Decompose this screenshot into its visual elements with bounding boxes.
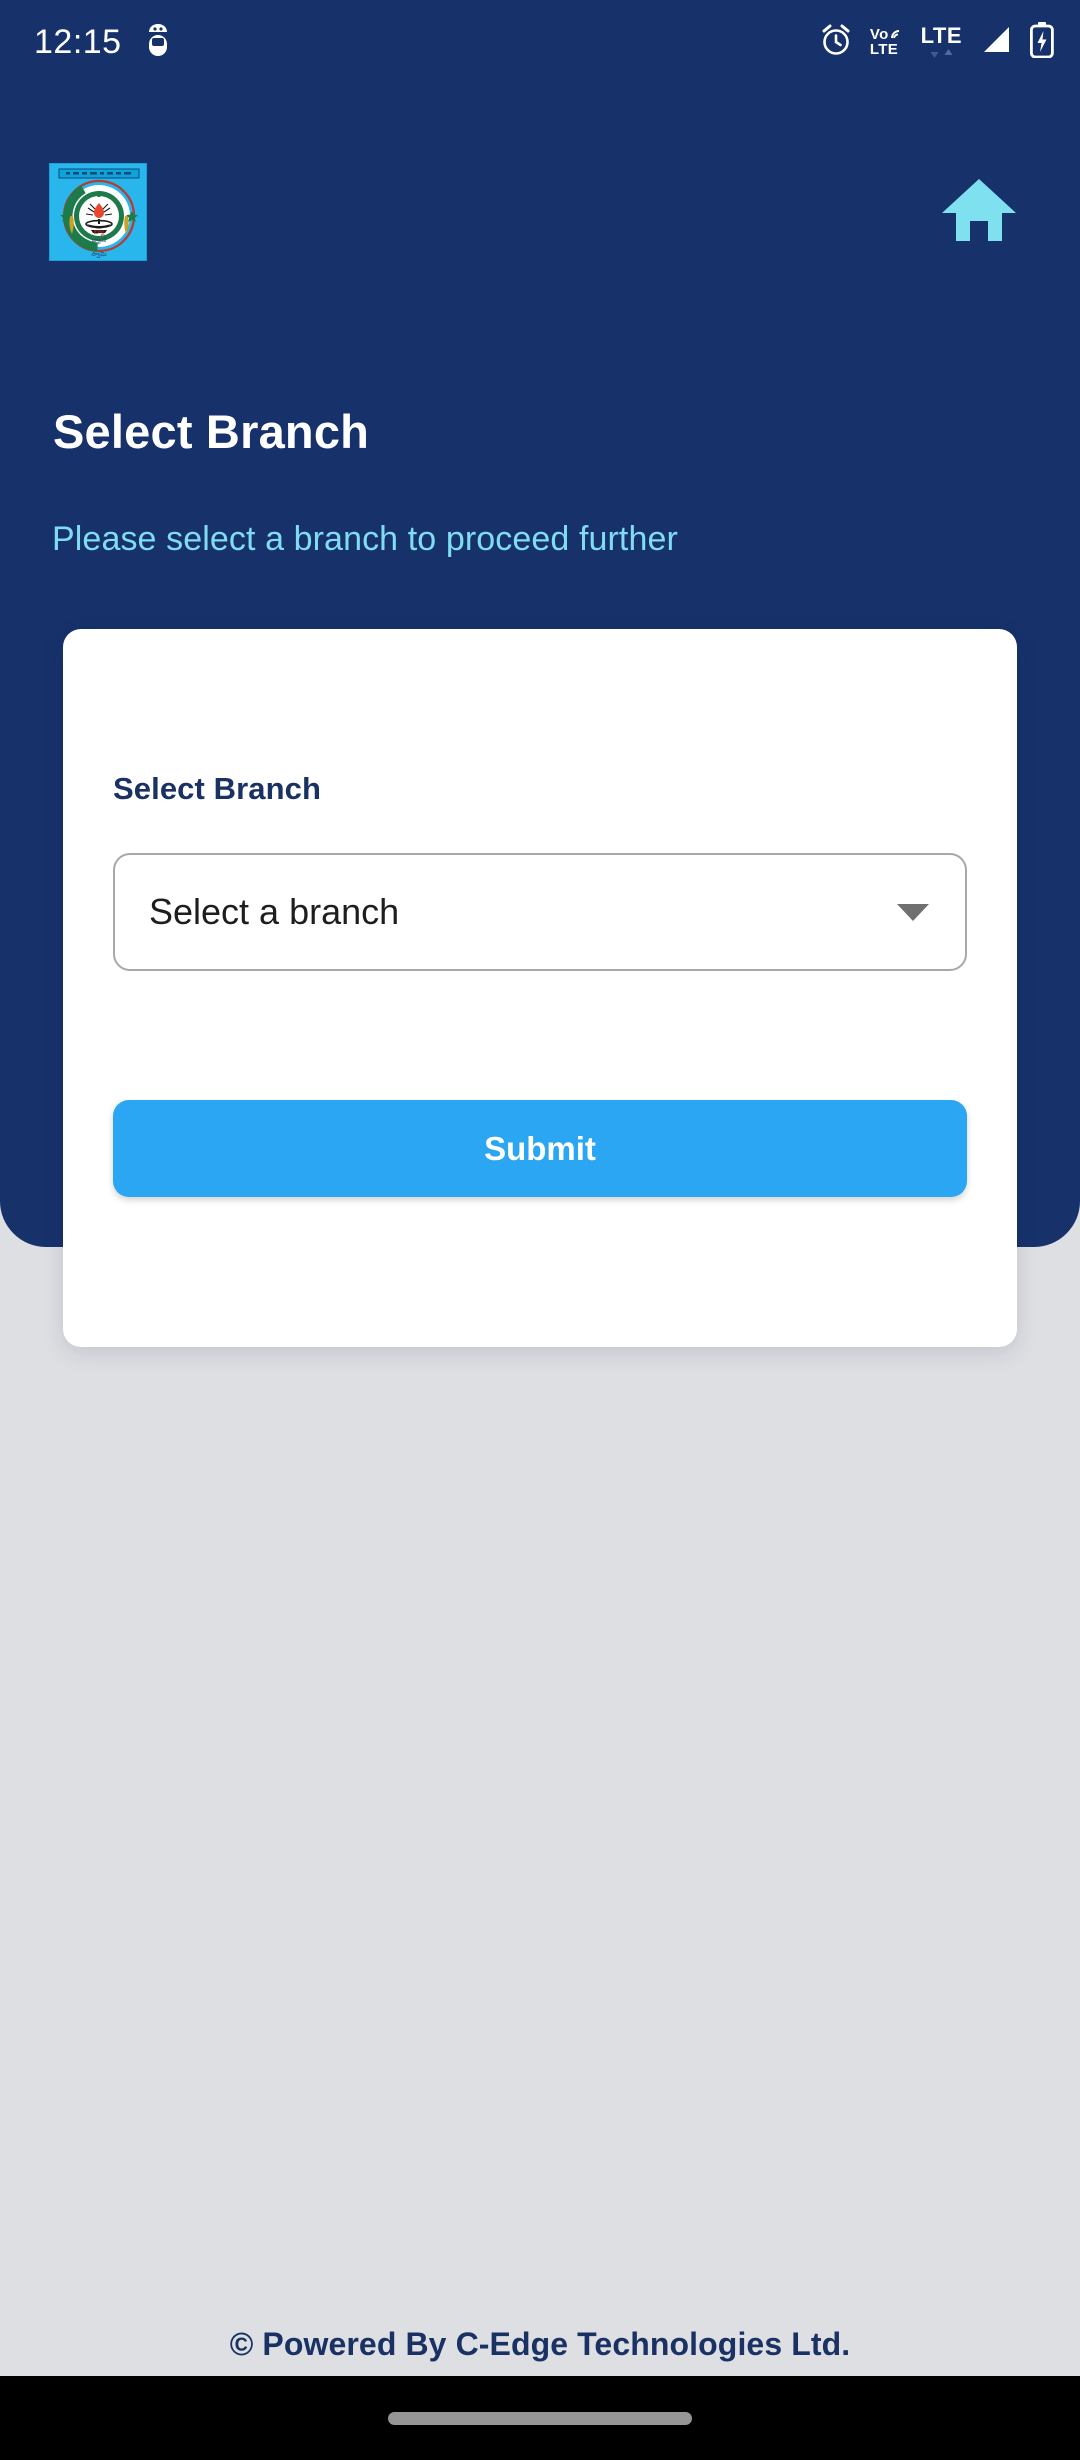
lte-data-arrows xyxy=(929,48,954,59)
android-debug-icon xyxy=(144,23,172,62)
page-subtitle: Please select a branch to proceed furthe… xyxy=(52,520,678,558)
page-title: Select Branch xyxy=(53,405,370,458)
home-gesture-handle[interactable] xyxy=(388,2411,692,2425)
select-branch-label: Select Branch xyxy=(113,771,322,806)
footer-copyright: © Powered By C-Edge Technologies Ltd. xyxy=(229,2326,851,2362)
submit-button[interactable]: Submit xyxy=(113,1100,967,1197)
svg-text:బ్యాంక్: బ్యాంక్ xyxy=(92,237,107,245)
lte-label: LTE xyxy=(920,23,962,48)
volte-top-label: Vo xyxy=(869,26,889,43)
branch-dropdown-value: Select a branch xyxy=(149,891,400,932)
status-bar-clock: 12:15 xyxy=(34,22,122,61)
system-navigation-bar xyxy=(0,2376,1080,2460)
home-icon xyxy=(940,175,1018,250)
home-button[interactable] xyxy=(931,164,1027,260)
battery-charging-icon xyxy=(1029,21,1054,63)
bank-logo: బ్యాంక్ స్వామి బ్యా xyxy=(49,163,147,261)
volte-bottom-label: LTE xyxy=(869,41,899,58)
status-bar: 12:15 Vo LTE LTE xyxy=(0,0,1080,84)
branch-dropdown[interactable]: Select a branch xyxy=(113,853,967,971)
svg-text:బ్యా: బ్యా xyxy=(94,228,106,237)
signal-icon xyxy=(979,25,1013,60)
branch-selection-card xyxy=(63,629,1017,1347)
app-screen: 12:15 Vo LTE LTE బ్యాంక్ స్వామి బ్యా Sel… xyxy=(0,0,1080,2460)
svg-text:స్వామి: స్వామి xyxy=(91,251,107,259)
alarm-icon xyxy=(819,23,853,62)
volte-icon: Vo LTE xyxy=(870,27,904,57)
chevron-down-icon xyxy=(897,903,929,921)
status-bar-right: Vo LTE LTE xyxy=(819,21,1054,63)
status-bar-left: 12:15 xyxy=(34,23,172,62)
lte-icon: LTE xyxy=(921,25,962,59)
